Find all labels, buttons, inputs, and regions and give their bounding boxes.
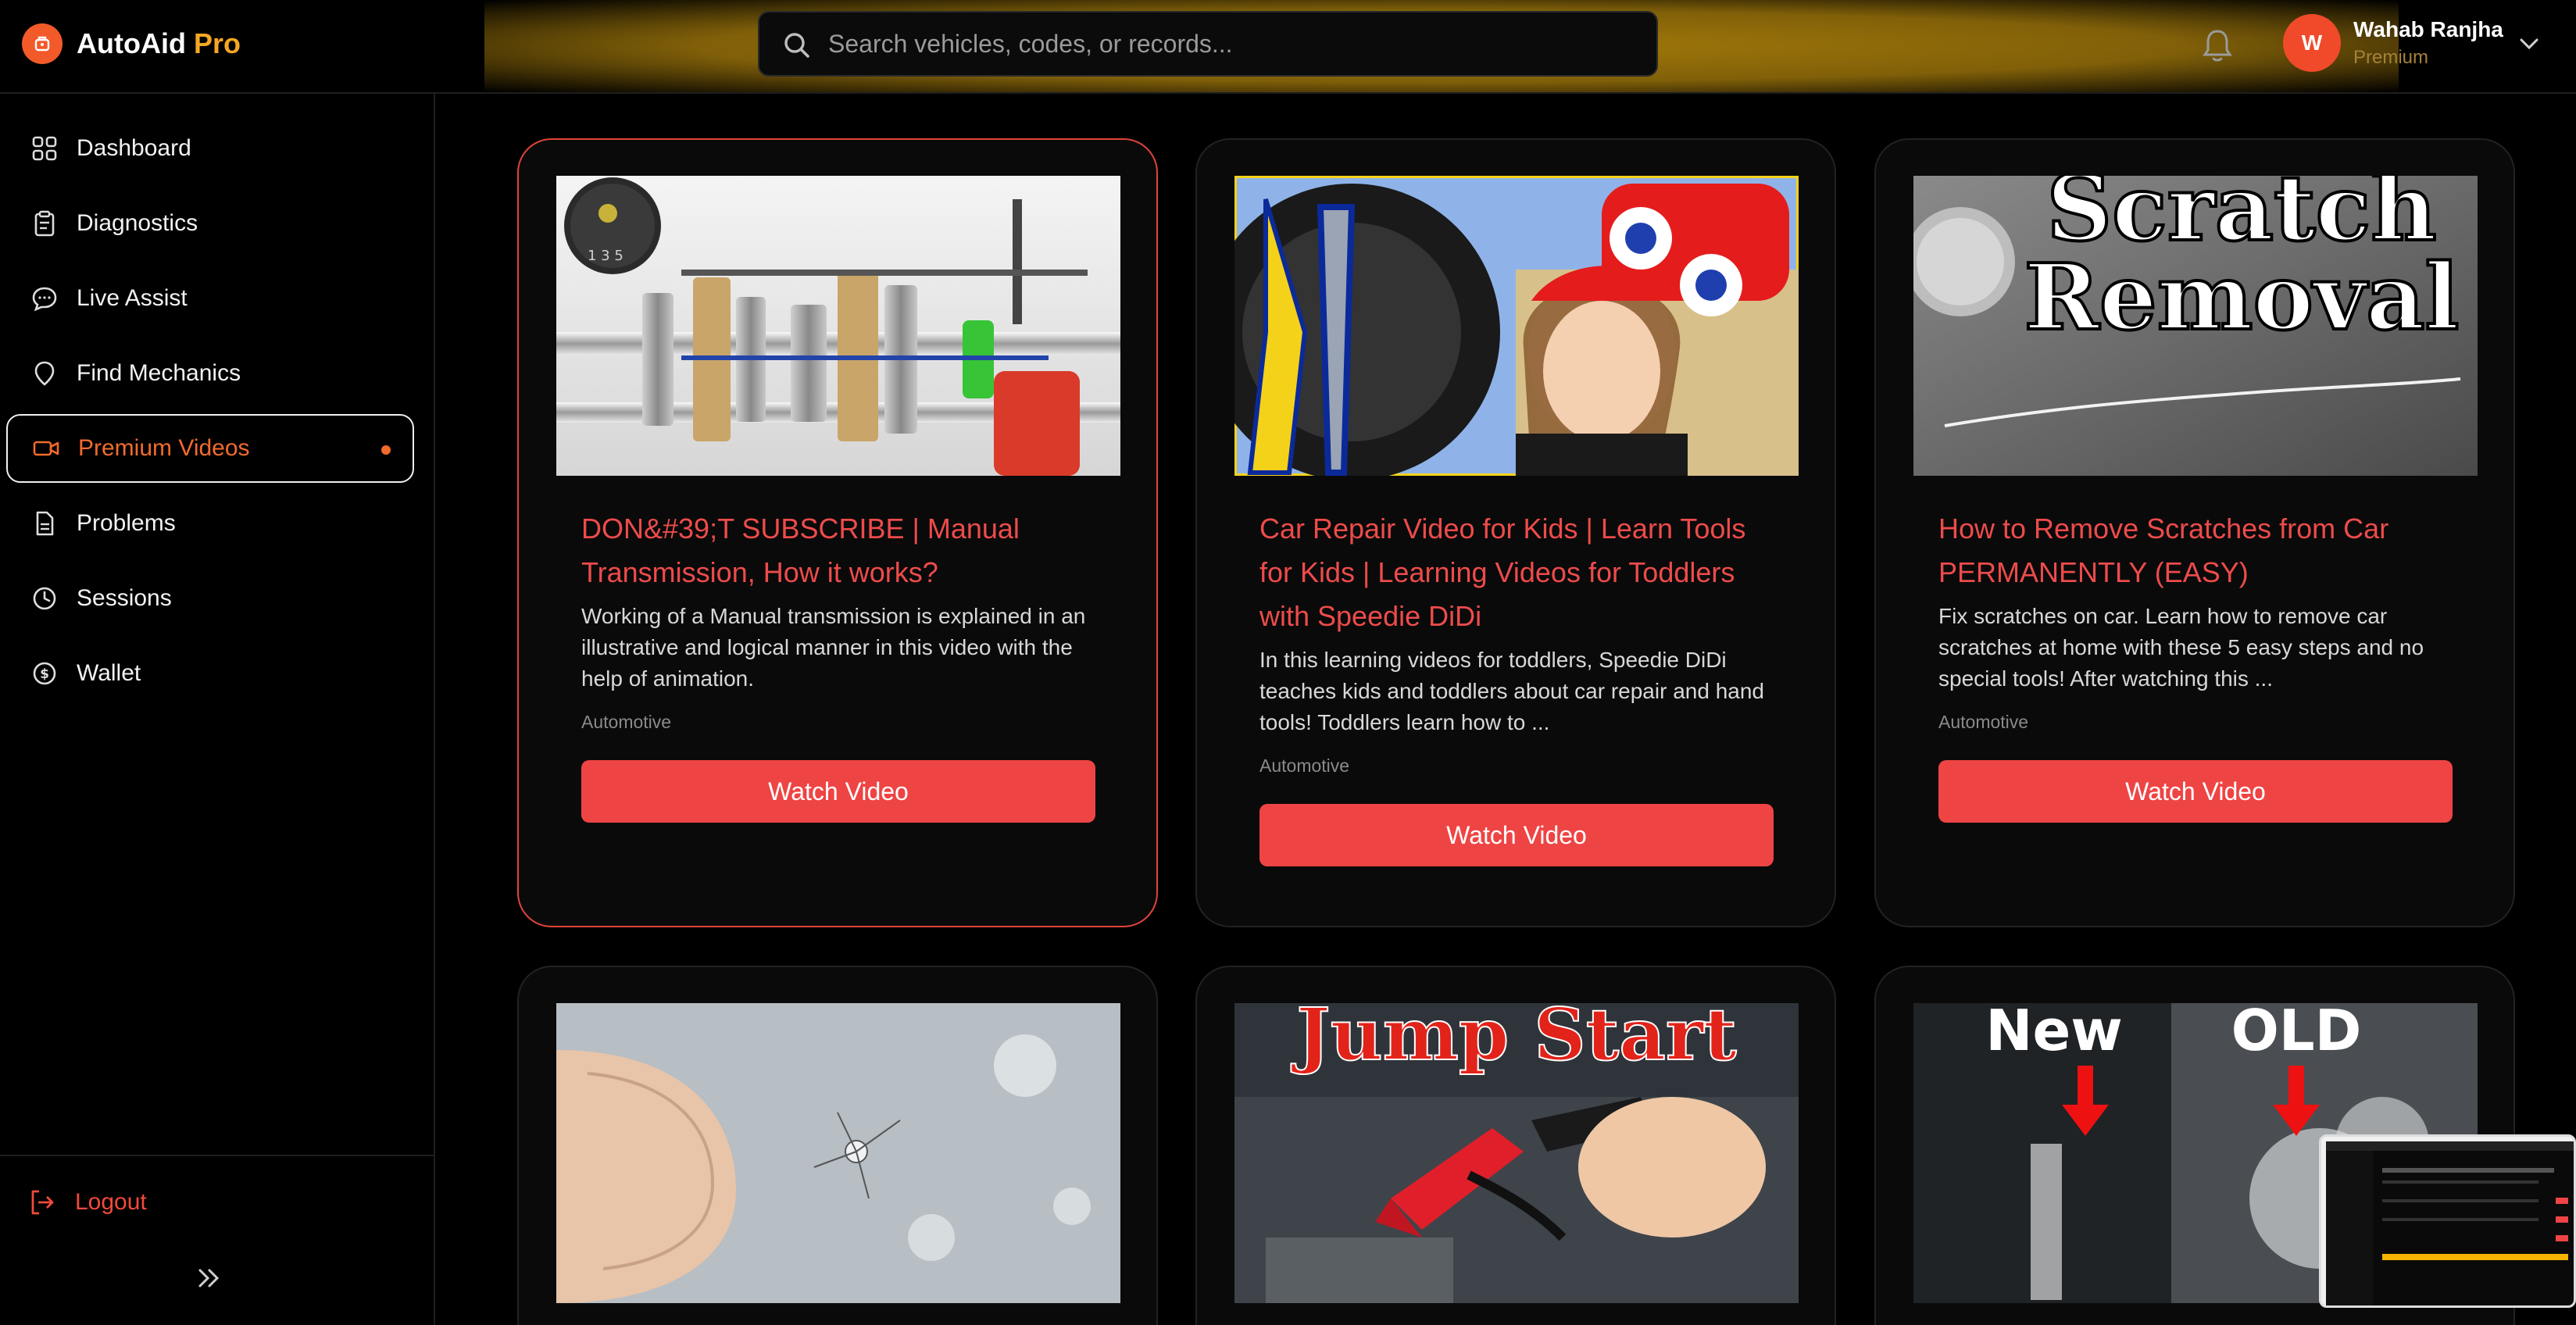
logo-badge-icon xyxy=(22,23,63,64)
app-logo[interactable]: AutoAid Pro xyxy=(22,23,241,64)
watch-video-button[interactable]: Watch Video xyxy=(1259,804,1774,866)
collapse-sidebar-icon[interactable] xyxy=(194,1264,225,1296)
video-card[interactable] xyxy=(517,966,1158,1325)
thumbnail-caption: Jump Start xyxy=(1291,1003,1737,1077)
search-input[interactable] xyxy=(828,29,1610,59)
svg-text:1 3 5: 1 3 5 xyxy=(588,248,623,264)
sidebar-item-label: Live Assist xyxy=(77,285,188,311)
svg-text:$: $ xyxy=(40,666,49,682)
video-card[interactable]: Jump Start xyxy=(1195,966,1836,1325)
avatar: W xyxy=(2283,14,2341,72)
user-name: Wahab Ranjha xyxy=(2353,17,2503,41)
video-card[interactable]: 1 3 5 DON&#39;T SUBSCRIBE | Manual Trans… xyxy=(517,138,1158,927)
logout-icon xyxy=(27,1187,58,1218)
video-category: Automotive xyxy=(1259,755,1350,776)
sidebar-item-label: Find Mechanics xyxy=(77,360,241,386)
logout-label: Logout xyxy=(75,1189,147,1215)
user-info: Wahab Ranjha Premium xyxy=(2353,17,2503,69)
user-tier-badge: Premium xyxy=(2353,47,2429,68)
sidebar-item-diagnostics[interactable]: Diagnostics xyxy=(6,189,414,258)
document-icon xyxy=(30,509,59,538)
video-grid: 1 3 5 DON&#39;T SUBSCRIBE | Manual Trans… xyxy=(438,95,2576,1325)
video-camera-icon xyxy=(31,434,61,463)
top-header: AutoAid Pro W Wahab Ranjha Premium xyxy=(0,0,2576,94)
search-bar[interactable] xyxy=(758,11,1658,77)
sidebar-item-premium-videos[interactable]: Premium Videos xyxy=(6,414,414,483)
sidebar-item-label: Dashboard xyxy=(77,135,191,161)
logout-button[interactable]: Logout xyxy=(6,1175,147,1230)
app-name: AutoAid Pro xyxy=(77,27,241,60)
video-thumbnail-jump-start[interactable]: Jump Start xyxy=(1234,1003,1799,1303)
search-icon xyxy=(781,30,813,65)
thumbnail-caption: Removal xyxy=(2024,245,2460,351)
sidebar-item-live-assist[interactable]: Live Assist xyxy=(6,264,414,333)
video-description: In this learning videos for toddlers, Sp… xyxy=(1259,648,1764,734)
sidebar-item-sessions[interactable]: Sessions xyxy=(6,564,414,633)
sidebar-item-label: Problems xyxy=(77,510,176,536)
dollar-circle-icon: $ xyxy=(30,659,59,688)
video-title[interactable]: Car Repair Video for Kids | Learn Tools … xyxy=(1259,507,1775,638)
clipboard-icon xyxy=(30,209,59,238)
thumbnail-caption: OLD xyxy=(2231,1003,2362,1063)
video-card[interactable]: Scratch Removal How to Remove Scratches … xyxy=(1874,138,2515,927)
chat-bubble-icon xyxy=(30,284,59,313)
video-card[interactable]: Car Repair Video for Kids | Learn Tools … xyxy=(1195,138,1836,927)
watch-video-button[interactable]: Watch Video xyxy=(1938,760,2453,823)
clock-icon xyxy=(30,584,59,613)
sidebar-item-problems[interactable]: Problems xyxy=(6,489,414,558)
chevron-down-icon[interactable] xyxy=(2517,34,2541,57)
video-category: Automotive xyxy=(1938,712,2029,732)
user-menu[interactable]: W Wahab Ranjha Premium xyxy=(2283,14,2503,72)
active-indicator-dot xyxy=(381,445,391,455)
video-thumbnail-scratch-removal[interactable]: Scratch Removal xyxy=(1913,176,2478,476)
sidebar-item-label: Wallet xyxy=(77,660,141,686)
sidebar-item-label: Premium Videos xyxy=(78,435,250,461)
sidebar-item-dashboard[interactable]: Dashboard xyxy=(6,114,414,183)
grid-icon xyxy=(30,134,59,163)
video-description: Fix scratches on car. Learn how to remov… xyxy=(1938,604,2424,691)
notification-bell-icon[interactable] xyxy=(2200,27,2235,68)
screenshot-preview-thumbnail[interactable] xyxy=(2319,1134,2576,1308)
video-title[interactable]: DON&#39;T SUBSCRIBE | Manual Transmissio… xyxy=(581,507,1097,595)
video-title[interactable]: How to Remove Scratches from Car PERMANE… xyxy=(1938,507,2454,595)
sidebar-item-find-mechanics[interactable]: Find Mechanics xyxy=(6,339,414,408)
watch-video-button[interactable]: Watch Video xyxy=(581,760,1095,823)
video-description: Working of a Manual transmission is expl… xyxy=(581,604,1086,691)
app-name-main: AutoAid xyxy=(77,27,186,59)
sidebar-divider xyxy=(0,1155,435,1156)
video-thumbnail-transmission[interactable]: 1 3 5 xyxy=(556,176,1120,476)
video-category: Automotive xyxy=(581,712,672,732)
sidebar-item-wallet[interactable]: $ Wallet xyxy=(6,639,414,708)
video-thumbnail-windshield-chip[interactable] xyxy=(556,1003,1120,1303)
sidebar: Dashboard Diagnostics Live Assist Find M… xyxy=(0,94,435,1325)
location-pin-icon xyxy=(30,359,59,388)
sidebar-item-label: Diagnostics xyxy=(77,210,198,236)
app-name-suffix: Pro xyxy=(193,27,241,59)
sidebar-item-label: Sessions xyxy=(77,585,172,611)
video-thumbnail-kids-car-repair[interactable] xyxy=(1234,176,1799,476)
thumbnail-caption: New xyxy=(1985,1003,2123,1063)
